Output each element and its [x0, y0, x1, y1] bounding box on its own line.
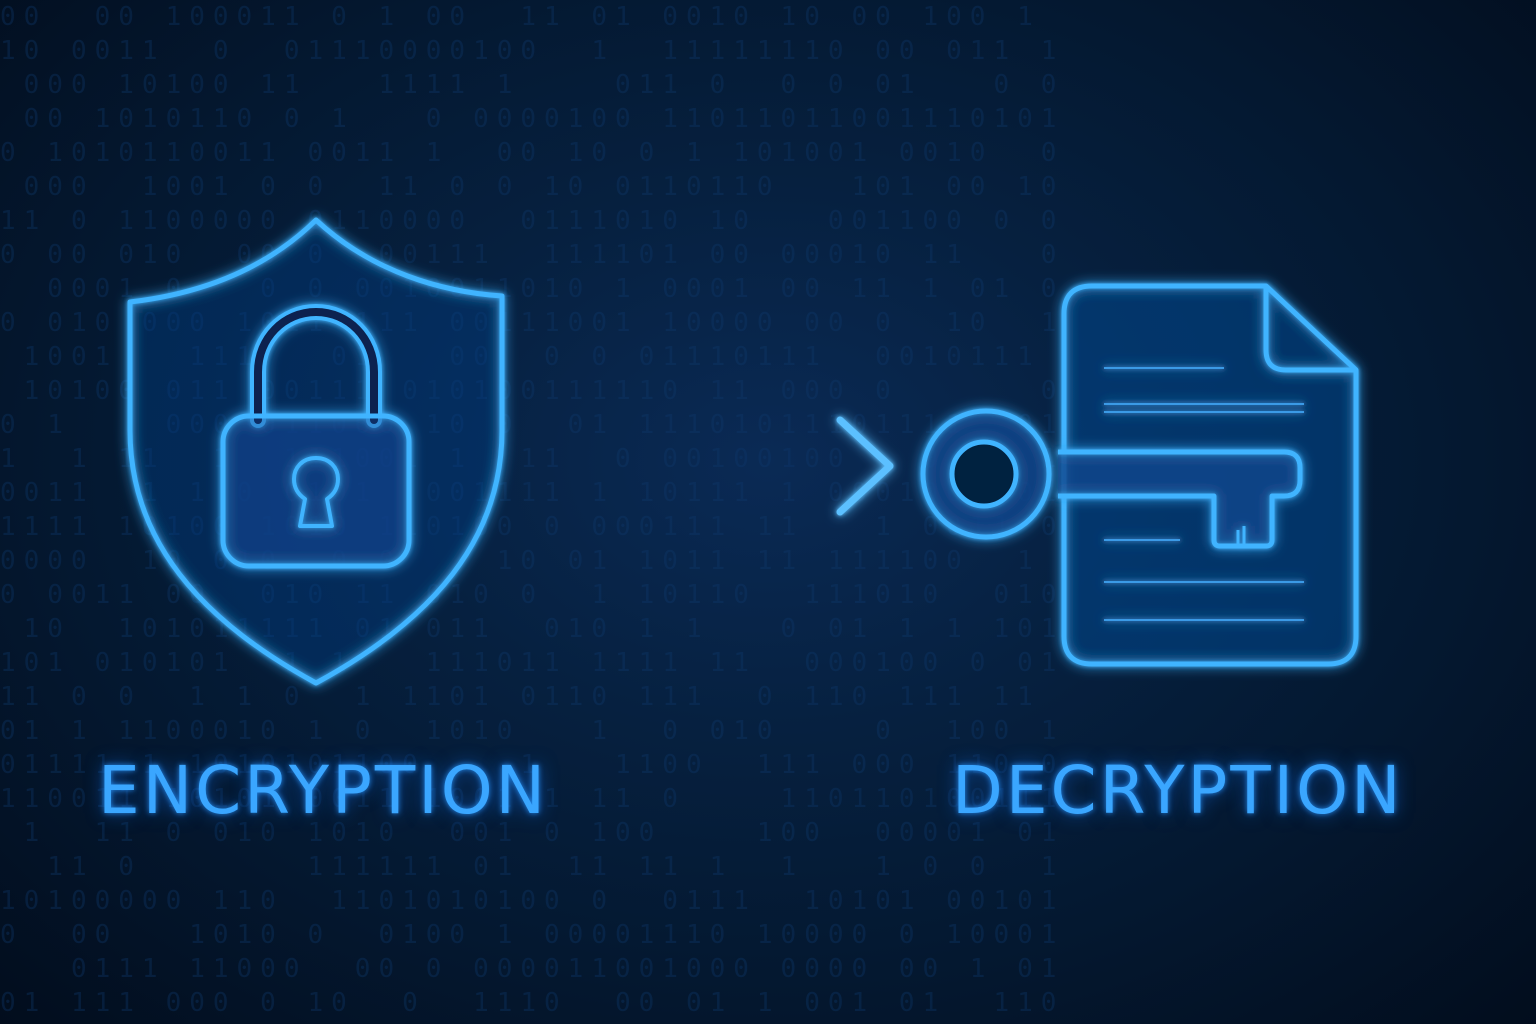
encryption-label: ENCRYPTION: [98, 752, 549, 829]
diagram-artwork: [127, 217, 1359, 686]
decryption-label: DECRYPTION: [952, 752, 1404, 829]
encryption-diagram: 00 00 100011 0 1 00 11 01 0010 10 00 100…: [0, 0, 1536, 1024]
arrow-right-icon: [557, 416, 894, 516]
